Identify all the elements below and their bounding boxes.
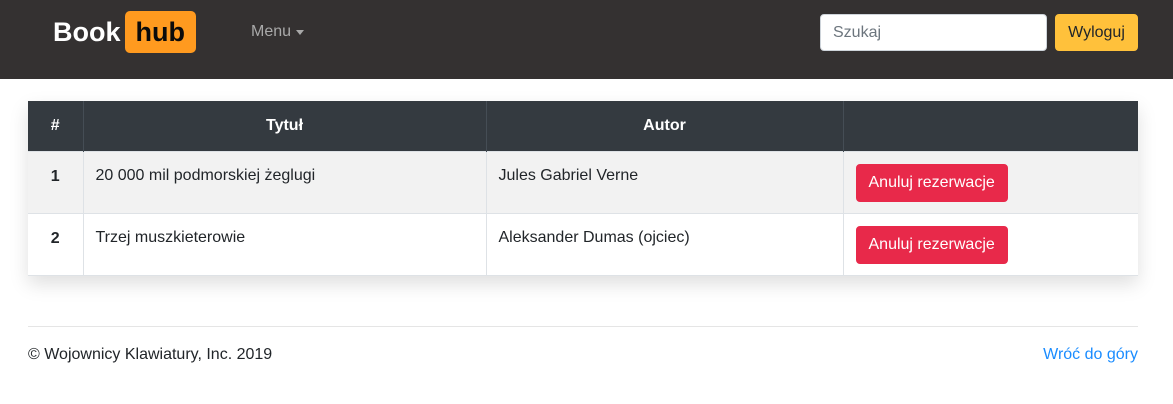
cancel-reservation-button[interactable]: Anuluj rezerwacje	[855, 226, 1008, 264]
brand-text-book: Book	[53, 17, 121, 47]
cancel-reservation-button[interactable]: Anuluj rezerwacje	[855, 164, 1008, 202]
back-to-top-link[interactable]: Wróć do góry	[1043, 345, 1138, 365]
menu-label: Menu	[251, 23, 292, 40]
logout-button[interactable]: Wyloguj	[1055, 14, 1138, 51]
book-title: Trzej muszkieterowie	[83, 213, 487, 276]
footer-copyright: © Wojownicy Klawiatury, Inc. 2019	[28, 346, 273, 363]
row-actions: Anuluj rezerwacje	[843, 213, 1138, 276]
reservations-table-container: # Tytuł Autor 1 20 000 mil podmorskiej ż…	[28, 101, 1138, 276]
search-input[interactable]	[820, 14, 1047, 51]
footer-divider	[28, 326, 1138, 327]
brand-logo[interactable]: Book hub	[53, 11, 196, 53]
book-author: Aleksander Dumas (ojciec)	[486, 213, 844, 276]
column-header-author: Autor	[486, 101, 844, 152]
navbar: Book hub Menu Wyloguj	[0, 0, 1173, 79]
book-author: Jules Gabriel Verne	[486, 151, 844, 214]
column-header-actions	[843, 101, 1138, 152]
book-title: 20 000 mil podmorskiej żeglugi	[83, 151, 487, 214]
menu-dropdown-toggle[interactable]: Menu	[251, 22, 305, 42]
row-actions: Anuluj rezerwacje	[843, 151, 1138, 214]
table-row: 1 20 000 mil podmorskiej żeglugi Jules G…	[28, 151, 1138, 214]
brand-text-hub: hub	[124, 11, 196, 53]
row-number: 2	[28, 213, 84, 276]
row-number: 1	[28, 151, 84, 214]
caret-down-icon	[296, 30, 305, 35]
column-header-title: Tytuł	[83, 101, 487, 152]
table-row: 2 Trzej muszkieterowie Aleksander Dumas …	[28, 213, 1138, 276]
column-header-number: #	[28, 101, 84, 152]
table-header-row: # Tytuł Autor	[28, 101, 1138, 152]
reservations-table: # Tytuł Autor 1 20 000 mil podmorskiej ż…	[28, 101, 1138, 276]
